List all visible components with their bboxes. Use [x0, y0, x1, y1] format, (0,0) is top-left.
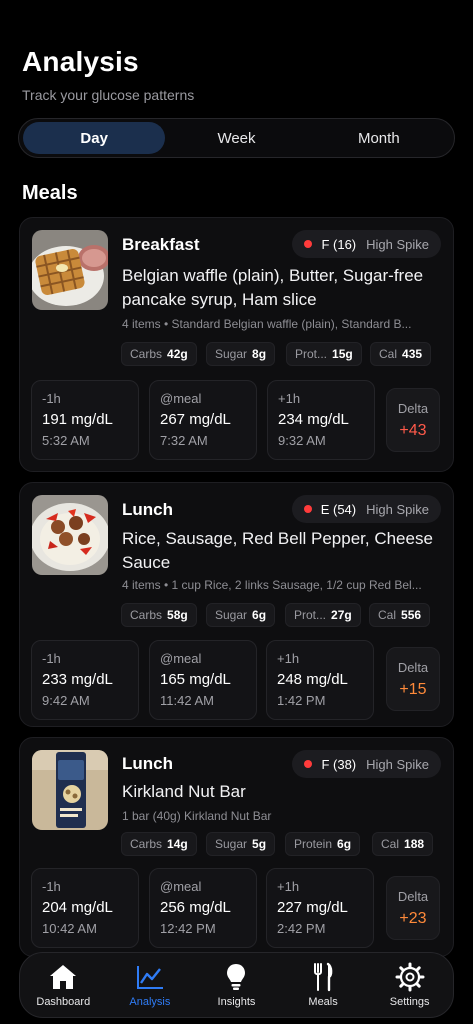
items-summary: 1 bar (40g) Kirkland Nut Bar	[122, 809, 272, 823]
tab-settings[interactable]: Settings	[366, 953, 453, 1017]
page-title: Analysis	[22, 46, 139, 77]
sugar-chip: Sugar 5g	[206, 832, 276, 856]
glucose-delta: Delta +15	[386, 647, 440, 711]
spike-dot-icon	[304, 760, 313, 768]
page-subtitle: Track your glucose patterns	[22, 87, 195, 103]
nut-bar-photo	[32, 750, 108, 830]
spike-dot-icon	[304, 240, 313, 248]
items-summary: 4 items • Standard Belgian waffle (plain…	[122, 317, 412, 331]
grade-score: F (38)	[321, 756, 357, 772]
protein-chip: Prot... 15g	[286, 342, 362, 366]
food-list: Belgian waffle (plain), Butter, Sugar-fr…	[122, 266, 424, 309]
protein-chip: Protein 6g	[285, 832, 361, 856]
glucose-grade-badge: F (16) High Spike	[292, 230, 441, 258]
food-list: Rice, Sausage, Red Bell Pepper, Cheese S…	[122, 529, 433, 572]
glucose-grade-badge: F (38) High Spike	[292, 750, 441, 778]
lightbulb-icon	[221, 962, 251, 992]
sugar-chip: Sugar 8g	[206, 342, 276, 366]
tab-day[interactable]: Day	[23, 122, 166, 154]
food-list: Kirkland Nut Bar	[122, 782, 246, 801]
calories-chip: Cal 556	[369, 603, 431, 627]
chart-line-icon	[135, 962, 165, 992]
house-icon	[48, 962, 78, 992]
rice-sausage-photo	[32, 495, 108, 575]
meal-card-lunch-nut-bar[interactable]: Lunch F (38) High Spike Kirkland Nut Bar…	[19, 737, 454, 957]
period-segmented-control: Day Week Month	[18, 118, 455, 158]
carbs-chip: Carbs 58g	[121, 603, 197, 627]
glucose-at-meal: @meal 256 mg/dL 12:42 PM	[149, 868, 257, 948]
grade-score: F (16)	[321, 236, 357, 252]
tab-insights[interactable]: Insights	[193, 953, 280, 1017]
glucose-after: +1h 227 mg/dL 2:42 PM	[266, 868, 374, 948]
sugar-chip: Sugar 6g	[206, 603, 276, 627]
glucose-before: -1h 191 mg/dL 5:32 AM	[31, 380, 139, 460]
meal-name: Lunch	[122, 754, 173, 773]
gear-icon	[395, 962, 425, 992]
glucose-delta: Delta +23	[386, 876, 440, 940]
calories-chip: Cal 188	[372, 832, 434, 856]
spike-label: High Spike	[366, 756, 429, 772]
grade-score: E (54)	[320, 501, 357, 517]
meal-name: Lunch	[122, 500, 173, 519]
meal-card-breakfast[interactable]: Breakfast F (16) High Spike Belgian waff…	[19, 217, 454, 472]
carbs-chip: Carbs 42g	[121, 342, 197, 366]
carbs-chip: Carbs 14g	[121, 832, 197, 856]
tab-dashboard[interactable]: Dashboard	[20, 953, 107, 1017]
section-title-meals: Meals	[22, 182, 78, 204]
calories-chip: Cal 435	[370, 342, 432, 366]
meal-name: Breakfast	[122, 235, 200, 254]
glucose-at-meal: @meal 165 mg/dL 11:42 AM	[149, 640, 257, 720]
items-summary: 4 items • 1 cup Rice, 2 links Sausage, 1…	[122, 578, 422, 592]
fork-knife-icon	[308, 962, 338, 992]
glucose-after: +1h 248 mg/dL 1:42 PM	[266, 640, 374, 720]
glucose-grade-badge: E (54) High Spike	[291, 495, 441, 523]
protein-chip: Prot... 27g	[285, 603, 361, 627]
spike-label: High Spike	[366, 501, 429, 517]
tab-meals[interactable]: Meals	[280, 953, 367, 1017]
tab-month[interactable]: Month	[308, 122, 450, 154]
bottom-tab-bar: Dashboard Analysis Insights Meals Settin…	[19, 952, 454, 1018]
waffle-photo	[32, 230, 108, 310]
glucose-before: -1h 204 mg/dL 10:42 AM	[31, 868, 139, 948]
glucose-delta: Delta +43	[386, 388, 440, 452]
glucose-before: -1h 233 mg/dL 9:42 AM	[31, 640, 139, 720]
spike-dot-icon	[303, 505, 312, 513]
tab-analysis[interactable]: Analysis	[107, 953, 194, 1017]
meal-card-lunch[interactable]: Lunch E (54) High Spike Rice, Sausage, R…	[19, 482, 454, 727]
glucose-after: +1h 234 mg/dL 9:32 AM	[267, 380, 375, 460]
tab-week[interactable]: Week	[165, 122, 307, 154]
spike-label: High Spike	[366, 236, 429, 252]
glucose-at-meal: @meal 267 mg/dL 7:32 AM	[149, 380, 257, 460]
